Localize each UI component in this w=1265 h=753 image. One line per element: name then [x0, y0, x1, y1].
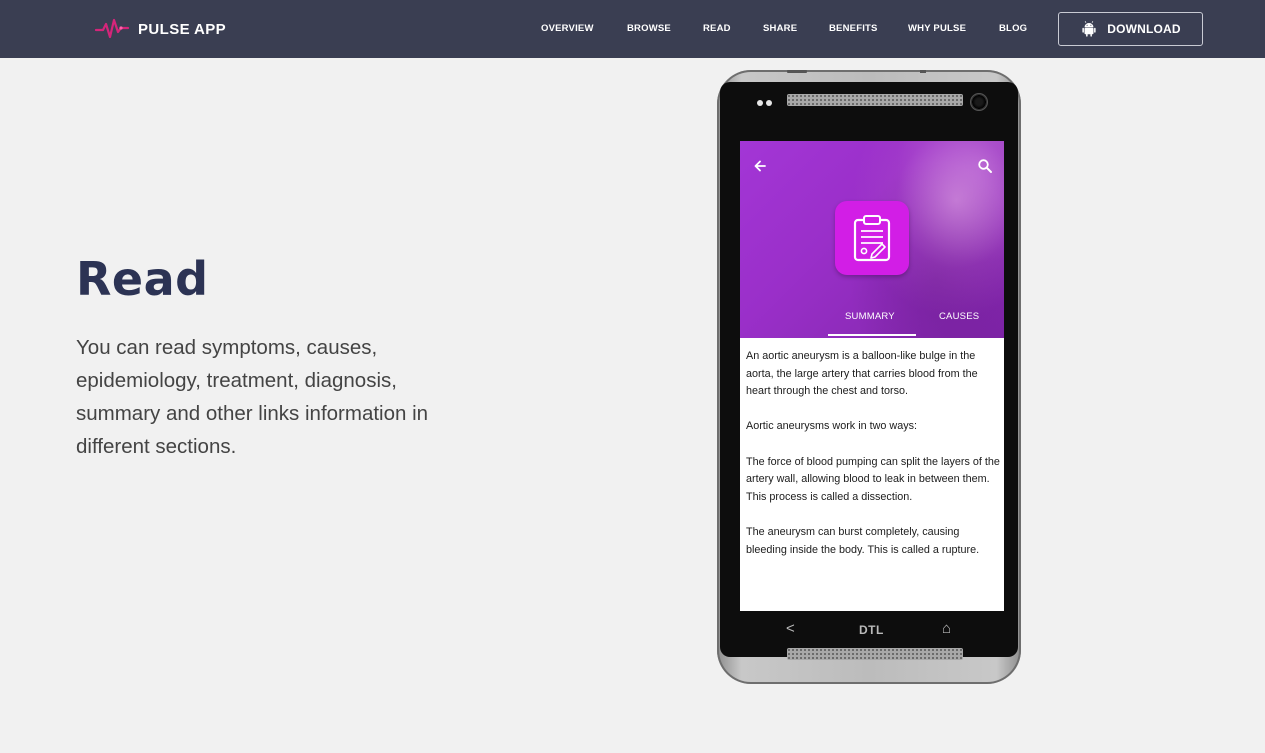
- android-icon: [1082, 21, 1096, 37]
- article-paragraph: An aortic aneurysm is a balloon-like bul…: [746, 350, 978, 398]
- brand[interactable]: PULSE APP: [94, 14, 226, 44]
- soft-back-key[interactable]: <: [786, 620, 795, 637]
- nav-link-share[interactable]: SHARE: [763, 23, 797, 34]
- phone-soft-keys: < DTL ⌂: [720, 614, 1018, 650]
- front-camera: [970, 93, 988, 111]
- soft-home-key[interactable]: ⌂: [942, 620, 951, 637]
- tab-causes[interactable]: CAUSES: [939, 311, 979, 322]
- section-description: You can read symptoms, causes, epidemiol…: [76, 336, 429, 458]
- brand-name: PULSE APP: [138, 20, 227, 38]
- phone-screen: SUMMARY CAUSES An aortic aneurysm is a b…: [740, 141, 1004, 611]
- nav-link-read[interactable]: READ: [703, 23, 731, 34]
- nav-link-blog[interactable]: BLOG: [999, 23, 1027, 34]
- tab-summary[interactable]: SUMMARY: [845, 311, 895, 322]
- clipboard-icon: [853, 215, 891, 262]
- search-icon[interactable]: [977, 158, 993, 174]
- heartbeat-logo-icon: [94, 18, 130, 39]
- phone-front-panel: SUMMARY CAUSES An aortic aneurysm is a b…: [720, 82, 1018, 660]
- article-paragraph: The force of blood pumping can split the…: [746, 455, 1000, 503]
- phone-mockup: SUMMARY CAUSES An aortic aneurysm is a b…: [717, 70, 1021, 684]
- nav-link-why-pulse[interactable]: WHY PULSE: [908, 23, 966, 34]
- nav-link-benefits[interactable]: BENEFITS: [829, 23, 878, 34]
- download-button[interactable]: DOWNLOAD: [1058, 12, 1203, 46]
- article-text: An aortic aneurysm is a balloon-like bul…: [746, 348, 1001, 577]
- phone-speaker-bottom: [787, 648, 963, 660]
- phone-button: [787, 70, 807, 73]
- article-paragraph: The aneurysm can burst completely, causi…: [746, 525, 980, 556]
- app-badge: [835, 201, 909, 275]
- phone-sensors: [757, 100, 772, 106]
- arrow-left-icon[interactable]: [752, 158, 768, 174]
- phone-speaker-top: [787, 94, 963, 106]
- app-header: SUMMARY CAUSES: [740, 141, 1004, 338]
- tab-active-indicator: [828, 334, 916, 336]
- article-paragraph: Aortic aneurysms work in two ways:: [746, 420, 917, 433]
- download-label: DOWNLOAD: [1107, 22, 1181, 36]
- navbar: PULSE APP OVERVIEW BROWSE READ SHARE BEN…: [0, 0, 1265, 58]
- phone-brand-logo: DTL: [859, 623, 884, 637]
- nav-link-overview[interactable]: OVERVIEW: [541, 23, 594, 34]
- nav-link-browse[interactable]: BROWSE: [627, 23, 671, 34]
- section-title: Read: [76, 252, 209, 306]
- phone-sensor: [920, 70, 926, 73]
